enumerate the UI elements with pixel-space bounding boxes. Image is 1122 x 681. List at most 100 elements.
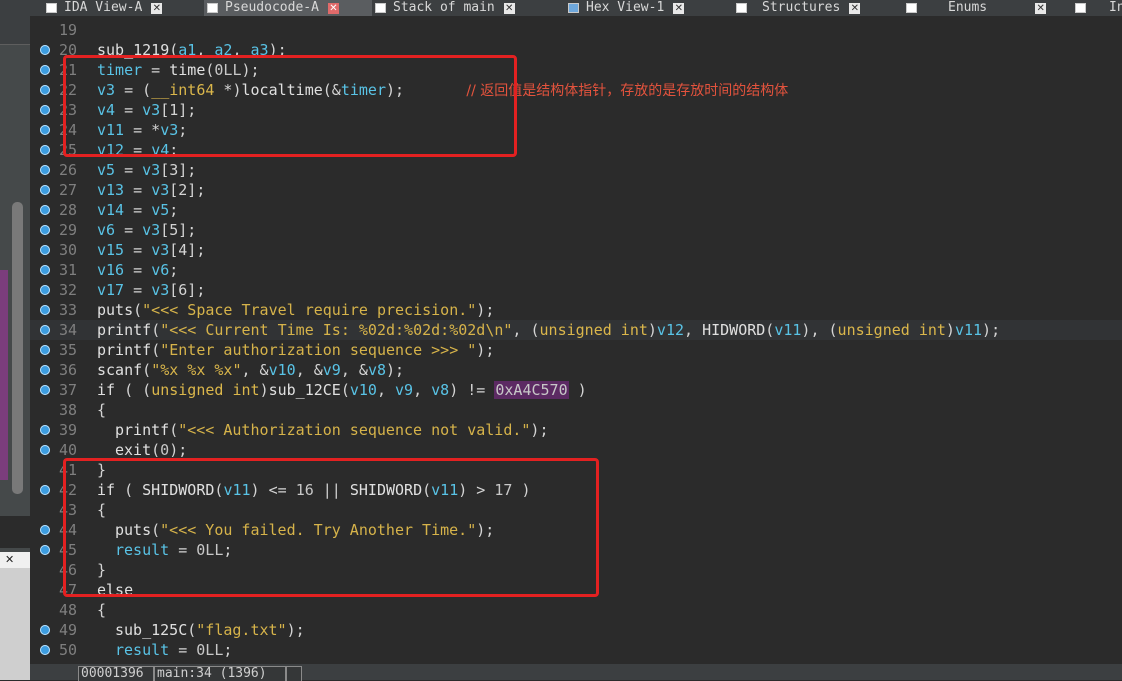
code-token[interactable]: v13 [97,181,124,199]
code-token[interactable]: printf [97,341,151,359]
code-token[interactable]: v4 [151,141,169,159]
code-line[interactable]: 44 puts("<<< You failed. Try Another Time… [30,520,1122,540]
code-line[interactable]: 30 v15 = v3[4]; [30,240,1122,260]
code-line[interactable]: 21 timer = time(0LL); [30,60,1122,80]
tab-ida-view-a[interactable]: IDA View-A ✕ [43,0,188,16]
code-token[interactable]: v3 [160,121,178,139]
tab-hex-view-1[interactable]: Hex View-1 ✕ [565,0,717,16]
code-token[interactable]: puts [115,521,151,539]
code-line[interactable]: 36 scanf("%x %x %x", &v10, &v9, &v8); [30,360,1122,380]
code-token[interactable]: v5 [151,201,169,219]
code-token[interactable]: SHIDWORD [350,481,422,499]
code-line[interactable]: 50 result = 0LL; [30,640,1122,660]
breakpoint-dot-icon[interactable] [40,45,50,55]
code-token[interactable]: v8 [431,381,449,399]
code-line[interactable]: 32 v17 = v3[6]; [30,280,1122,300]
close-icon[interactable]: ✕ [673,2,685,14]
close-icon[interactable]: ✕ [1035,2,1047,14]
code-token[interactable]: v11 [431,481,458,499]
breakpoint-dot-icon[interactable] [40,125,50,135]
code-line[interactable]: 40 exit(0); [30,440,1122,460]
code-line[interactable]: 25 v12 = v4; [30,140,1122,160]
pseudocode-view[interactable]: 19 20 sub_1219(a1, a2, a3); 21 timer = time(… [30,16,1122,664]
tab-pseudocode-a[interactable]: Pseudocode-A ✕ [204,0,372,16]
breakpoint-dot-icon[interactable] [40,345,50,355]
breakpoint-dot-icon[interactable] [40,185,50,195]
tab-stack-of-main[interactable]: Stack of main ✕ [372,0,547,16]
code-line[interactable]: 22 v3 = (__int64 *)localtime(&timer); // … [30,80,1122,100]
code-token[interactable]: v12 [97,141,124,159]
breakpoint-dot-icon[interactable] [40,365,50,375]
code-line[interactable]: 48 { [30,600,1122,620]
code-token[interactable]: v15 [97,241,124,259]
code-line[interactable]: 33 puts("<<< Space Travel require precisi… [30,300,1122,320]
code-token[interactable]: result [115,641,169,659]
breakpoint-dot-icon[interactable] [40,525,50,535]
breakpoint-dot-icon[interactable] [40,625,50,635]
code-line[interactable]: 35 printf("Enter authorization sequence >… [30,340,1122,360]
tab-enums[interactable]: Enums ✕ [903,0,1053,16]
code-token[interactable]: exit [115,441,151,459]
code-line[interactable]: 38 { [30,400,1122,420]
close-icon[interactable]: ✕ [503,2,515,14]
code-token[interactable]: v11 [774,321,801,339]
code-token[interactable]: v5 [97,161,115,179]
close-icon[interactable]: ✕ [327,2,339,14]
code-line[interactable]: 37 if ( (unsigned int)sub_12CE(v10, v9, v… [30,380,1122,400]
code-token[interactable]: result [115,541,169,559]
code-token[interactable]: SHIDWORD [142,481,214,499]
code-line[interactable]: 46} [30,560,1122,580]
code-line[interactable]: 45 result = 0LL; [30,540,1122,560]
code-token[interactable]: v3 [151,181,169,199]
code-token[interactable]: printf [97,321,151,339]
code-token[interactable]: v14 [97,201,124,219]
code-token[interactable]: a2 [214,41,232,59]
code-token[interactable]: timer [341,81,386,99]
tab-imports[interactable]: In [1072,0,1122,16]
close-icon[interactable]: ✕ [151,2,163,14]
code-token[interactable]: v8 [368,361,386,379]
code-line[interactable]: 20 sub_1219(a1, a2, a3); [30,40,1122,60]
code-token[interactable]: v3 [151,281,169,299]
code-token[interactable]: HIDWORD [702,321,765,339]
code-line[interactable]: 26 v5 = v3[3]; [30,160,1122,180]
code-token[interactable]: v11 [223,481,250,499]
breakpoint-dot-icon[interactable] [40,245,50,255]
code-line[interactable]: 39 printf("<<< Authorization sequence not… [30,420,1122,440]
code-token[interactable]: a1 [178,41,196,59]
breakpoint-dot-icon[interactable] [40,105,50,115]
close-icon[interactable]: ✕ [0,552,30,568]
code-token[interactable]: v9 [323,361,341,379]
code-line[interactable]: 28 v14 = v5; [30,200,1122,220]
left-panel-scrollbar[interactable] [12,202,23,494]
breakpoint-dot-icon[interactable] [40,165,50,175]
breakpoint-dot-icon[interactable] [40,545,50,555]
code-token[interactable]: v12 [657,321,684,339]
breakpoint-dot-icon[interactable] [40,305,50,315]
breakpoint-dot-icon[interactable] [40,445,50,455]
code-token[interactable]: v6 [151,261,169,279]
code-line[interactable]: 24 v11 = *v3; [30,120,1122,140]
breakpoint-dot-icon[interactable] [40,85,50,95]
breakpoint-dot-icon[interactable] [40,325,50,335]
code-token[interactable]: a3 [251,41,269,59]
code-line[interactable]: 27 v13 = v3[2]; [30,180,1122,200]
code-line[interactable]: 29 v6 = v3[5]; [30,220,1122,240]
code-token[interactable]: v3 [142,221,160,239]
code-token[interactable]: v3 [142,101,160,119]
breakpoint-dot-icon[interactable] [40,485,50,495]
code-token[interactable]: sub_12CE [269,381,341,399]
code-line[interactable]: 19 [30,20,1122,40]
breakpoint-dot-icon[interactable] [40,225,50,235]
code-line[interactable]: 49 sub_125C("flag.txt"); [30,620,1122,640]
code-token[interactable]: v9 [395,381,413,399]
code-token[interactable]: v6 [97,221,115,239]
code-line[interactable]: 23 v4 = v3[1]; [30,100,1122,120]
code-token[interactable]: sub_1219 [97,41,169,59]
code-token[interactable]: v11 [97,121,124,139]
code-token[interactable]: sub_125C [115,621,187,639]
breakpoint-dot-icon[interactable] [40,645,50,655]
code-line[interactable]: 31 v16 = v6; [30,260,1122,280]
breakpoint-dot-icon[interactable] [40,285,50,295]
code-token[interactable]: v11 [955,321,982,339]
